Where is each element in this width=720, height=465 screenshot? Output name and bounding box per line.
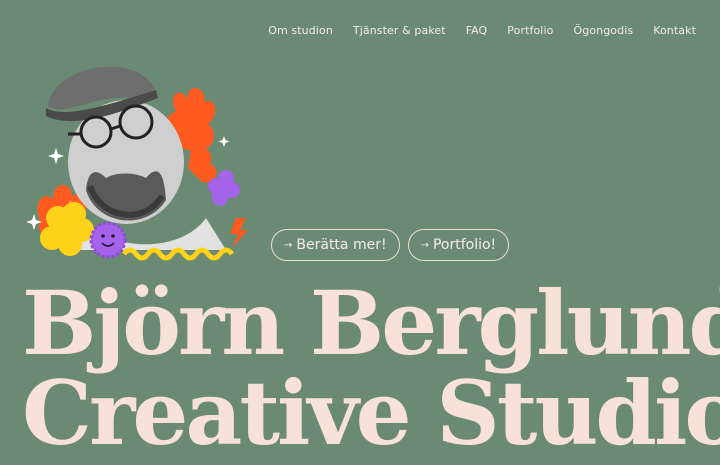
portfolio-button[interactable]: → Portfolio! — [407, 229, 510, 261]
portfolio-label: Portfolio! — [432, 237, 497, 253]
nav-item-kontakt[interactable]: Kontakt — [653, 24, 696, 37]
arrow-right-icon: → — [420, 239, 429, 251]
nav-item-ogongodis[interactable]: Ögongodis — [573, 24, 633, 37]
portrait-illustration — [26, 66, 248, 261]
nav-item-faq[interactable]: FAQ — [466, 24, 488, 37]
berätta-mer-label: Berätta mer! — [296, 237, 387, 253]
cta-group: → Berätta mer! → Portfolio! — [271, 229, 510, 261]
nav-item-tjanster[interactable]: Tjänster & paket — [353, 24, 446, 37]
nav-item-portfolio[interactable]: Portfolio — [507, 24, 553, 37]
hero-portrait-illustration — [26, 50, 256, 272]
arrow-right-icon: → — [284, 239, 293, 251]
title-line-2: Creative Studio — [22, 361, 720, 465]
berätta-mer-button[interactable]: → Berätta mer! — [271, 229, 400, 261]
page-title: Björn Berglund Creative Studio — [22, 278, 720, 458]
title-line-1: Björn Berglund — [22, 271, 720, 375]
main-nav: Om studion Tjänster & paket FAQ Portfoli… — [268, 24, 696, 37]
nav-item-om-studion[interactable]: Om studion — [268, 24, 333, 37]
